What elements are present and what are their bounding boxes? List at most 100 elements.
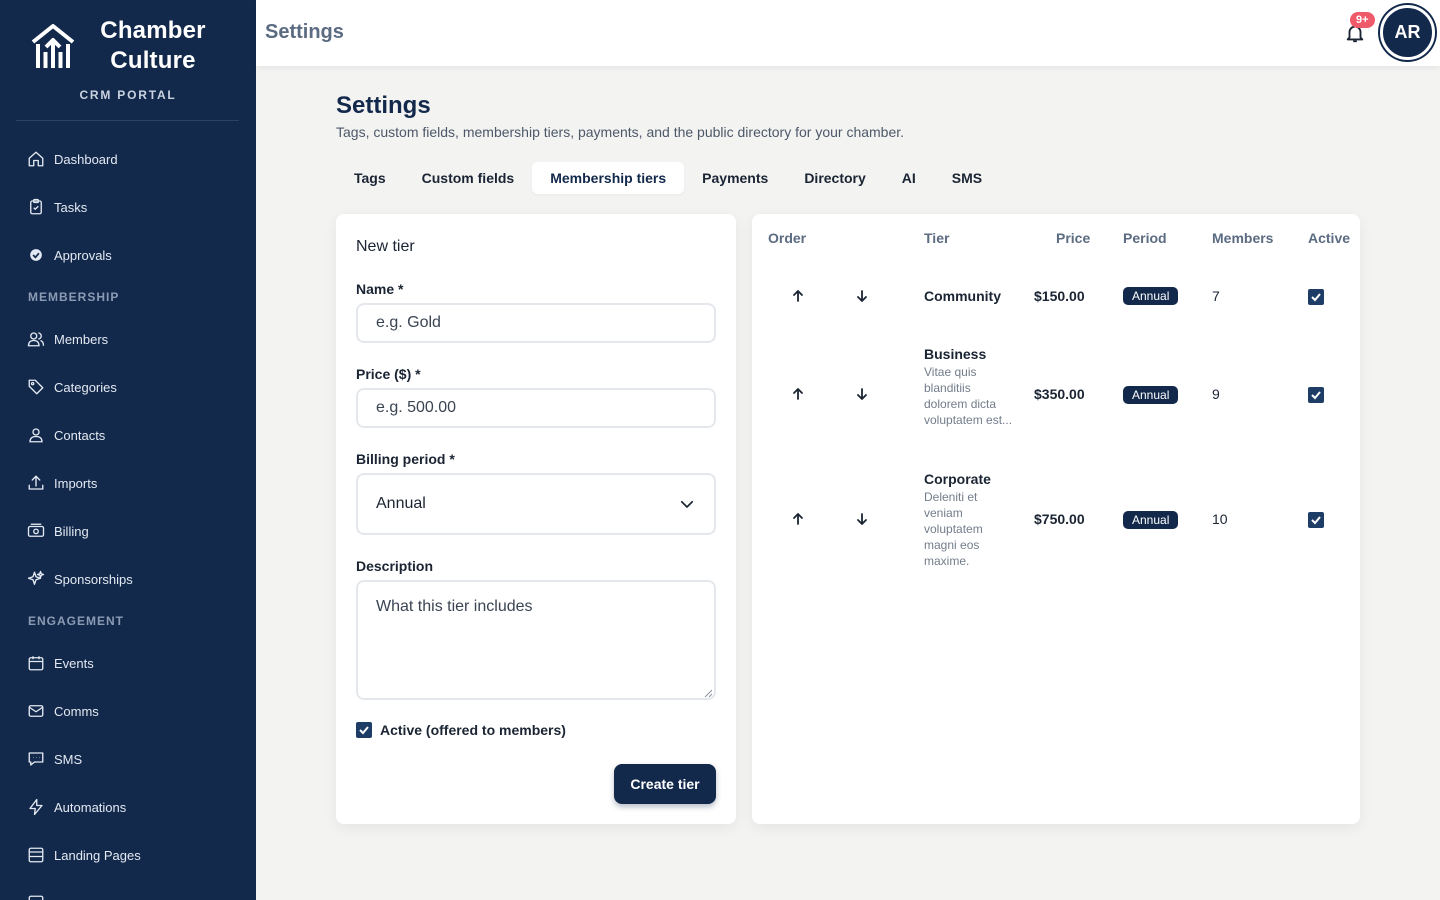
arrow-up-icon[interactable] <box>791 289 805 303</box>
tier-name: Corporate <box>924 471 991 487</box>
tab-membership-tiers[interactable]: Membership tiers <box>532 162 685 194</box>
calendar-icon <box>28 656 44 671</box>
tiers-table: Order Tier Price Period Members Active C… <box>752 214 1360 824</box>
active-checkbox[interactable] <box>356 722 372 738</box>
sidebar-item-label: Members <box>54 331 109 347</box>
tier-description: Deleniti et veniam voluptatem magni eos … <box>924 490 983 568</box>
sidebar-item-approvals[interactable]: Approvals <box>0 231 256 279</box>
sidebar-item-label: Contacts <box>54 427 106 443</box>
sidebar-item-dashboard[interactable]: Dashboard <box>0 135 256 183</box>
column-header-period: Period <box>1123 230 1167 246</box>
chamber-logo-icon <box>31 24 75 68</box>
check-icon <box>1311 391 1321 400</box>
name-label: Name * <box>356 281 404 297</box>
sidebar: Chamber Culture CRM PORTAL Dashboard Tas… <box>0 0 256 900</box>
sidebar-item-label: Billing <box>54 523 89 539</box>
tier-name-input[interactable] <box>356 303 716 343</box>
tab-custom-fields[interactable]: Custom fields <box>404 162 533 194</box>
home-icon <box>28 151 44 167</box>
brand[interactable]: Chamber Culture CRM PORTAL <box>0 0 256 121</box>
arrow-down-icon[interactable] <box>855 387 869 401</box>
tier-price: $750.00 <box>1034 511 1085 527</box>
users-icon <box>27 332 45 347</box>
tier-description: Vitae quis blanditiis dolorem dicta volu… <box>924 365 1013 427</box>
arrow-down-icon[interactable] <box>855 512 869 526</box>
billing-period-select[interactable]: Annual <box>356 473 716 535</box>
sidebar-item-more[interactable] <box>0 879 256 900</box>
layout-icon <box>28 847 44 863</box>
sidebar-item-automations[interactable]: Automations <box>0 783 256 831</box>
new-tier-form: New tier Name * Price ($) * Billing peri… <box>336 214 736 824</box>
active-checkbox-row[interactable]: Active (offered to members) <box>356 722 566 738</box>
user-icon <box>29 428 43 443</box>
upload-icon <box>28 475 44 490</box>
sidebar-item-label: Events <box>54 655 94 671</box>
active-toggle[interactable] <box>1308 289 1324 305</box>
brand-divider <box>16 120 239 121</box>
tier-price-input[interactable] <box>356 388 716 428</box>
tab-tags[interactable]: Tags <box>336 162 404 194</box>
tier-description-textarea[interactable] <box>356 580 716 700</box>
column-header-price: Price <box>1056 230 1091 246</box>
active-toggle[interactable] <box>1308 512 1324 528</box>
nav-section-membership: MEMBERSHIP <box>28 290 120 304</box>
tab-sms[interactable]: SMS <box>934 162 1000 194</box>
nav-section-engagement: ENGAGEMENT <box>28 614 125 628</box>
sidebar-item-categories[interactable]: Categories <box>0 363 256 411</box>
sidebar-item-comms[interactable]: Comms <box>0 687 256 735</box>
member-count: 10 <box>1212 511 1228 527</box>
tag-icon <box>28 379 44 395</box>
tier-price: $150.00 <box>1034 288 1085 304</box>
sidebar-item-imports[interactable]: Imports <box>0 459 256 507</box>
create-tier-button[interactable]: Create tier <box>614 764 716 804</box>
notification-badge: 9+ <box>1350 12 1375 28</box>
clipboard-check-icon <box>30 198 42 215</box>
period-badge: Annual <box>1123 287 1179 305</box>
period-badge: Annual <box>1123 511 1179 529</box>
sidebar-item-landing-pages[interactable]: Landing Pages <box>0 831 256 879</box>
member-count: 9 <box>1212 386 1220 402</box>
sidebar-item-label: Automations <box>54 799 127 815</box>
avatar[interactable]: AR <box>1380 5 1435 60</box>
arrow-up-icon[interactable] <box>791 387 805 401</box>
mail-icon <box>28 705 44 717</box>
cash-icon <box>27 523 45 537</box>
sidebar-item-label: SMS <box>54 751 83 767</box>
topbar-title: Settings <box>265 21 344 43</box>
bolt-icon <box>29 798 43 816</box>
column-header-tier: Tier <box>924 230 950 246</box>
tab-payments[interactable]: Payments <box>684 162 786 194</box>
sidebar-item-sponsorships[interactable]: Sponsorships <box>0 555 256 603</box>
sidebar-item-billing[interactable]: Billing <box>0 507 256 555</box>
sidebar-item-members[interactable]: Members <box>0 315 256 363</box>
chevron-down-icon <box>680 500 694 508</box>
sidebar-item-label: Categories <box>54 379 117 395</box>
tab-ai[interactable]: AI <box>884 162 934 194</box>
brand-name: Chamber Culture <box>100 17 206 74</box>
active-toggle[interactable] <box>1308 387 1324 403</box>
check-circle-icon <box>30 249 42 261</box>
sidebar-item-label: Approvals <box>54 247 112 263</box>
topbar: Settings 9+ AR <box>256 0 1440 66</box>
active-checkbox-label: Active (offered to members) <box>380 722 566 738</box>
settings-tabs: Tags Custom fields Membership tiers Paym… <box>336 162 1000 194</box>
sidebar-item-tasks[interactable]: Tasks <box>0 183 256 231</box>
tier-name: Business <box>924 346 987 362</box>
chat-icon <box>28 752 44 766</box>
table-row: Community $150.00 Annual 7 <box>752 274 1360 318</box>
sidebar-item-events[interactable]: Events <box>0 639 256 687</box>
column-header-members: Members <box>1212 230 1274 246</box>
directory-icon <box>28 895 44 900</box>
resize-grip-icon[interactable] <box>703 688 713 698</box>
arrow-up-icon[interactable] <box>791 512 805 526</box>
tab-directory[interactable]: Directory <box>786 162 883 194</box>
sidebar-item-sms[interactable]: SMS <box>0 735 256 783</box>
check-icon <box>1311 293 1321 302</box>
sidebar-item-contacts[interactable]: Contacts <box>0 411 256 459</box>
table-row: Business Vitae quis blanditiis dolorem d… <box>752 344 1360 444</box>
sidebar-nav: Dashboard Tasks Approvals MEMBERSHIP Mem… <box>0 135 256 900</box>
sidebar-item-label: Sponsorships <box>54 571 133 587</box>
page-title: Settings <box>336 92 431 119</box>
arrow-down-icon[interactable] <box>855 289 869 303</box>
member-count: 7 <box>1212 288 1220 304</box>
